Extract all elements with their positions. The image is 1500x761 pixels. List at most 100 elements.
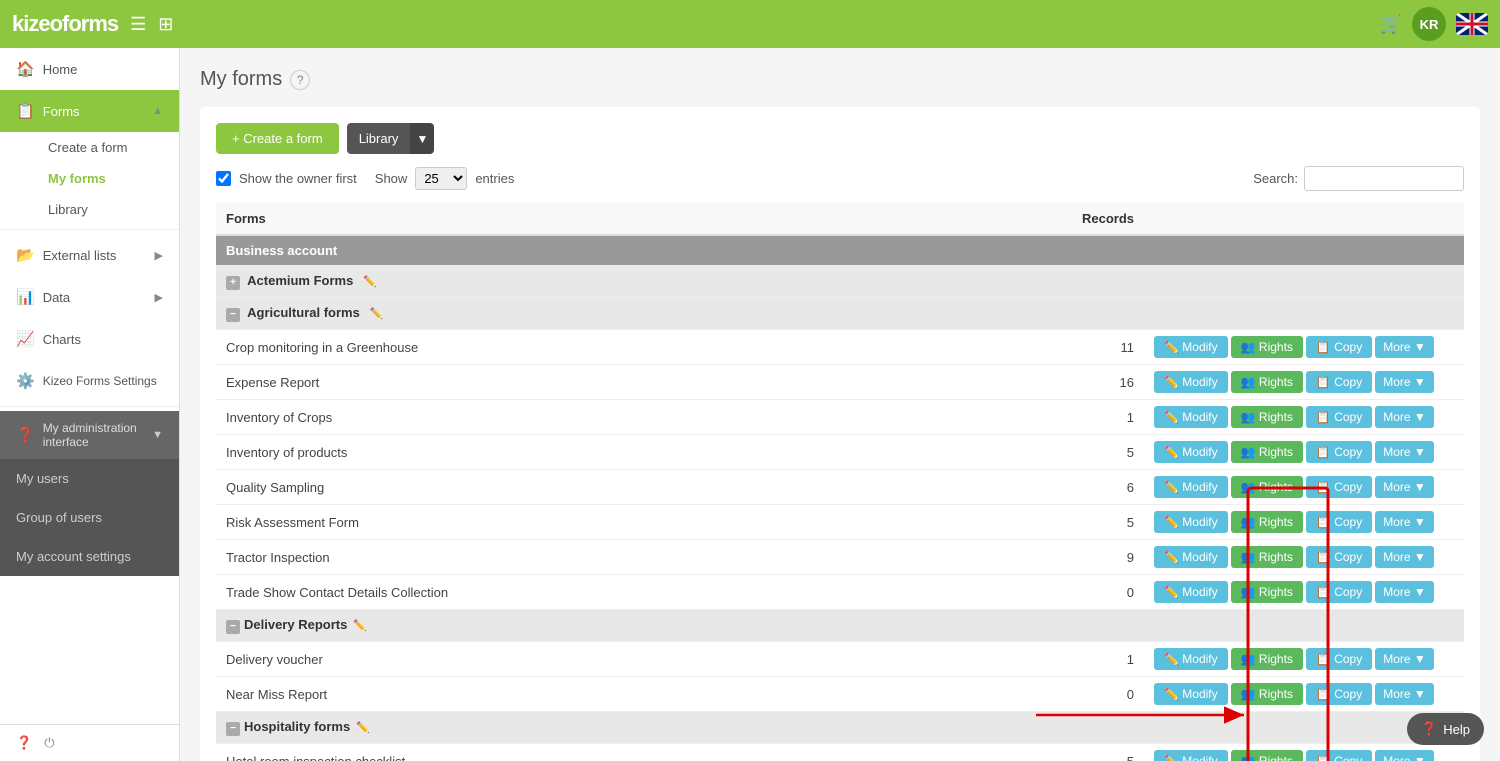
- admin-arrow-icon: ▼: [152, 429, 163, 441]
- edit-icon-agricultural[interactable]: ✏️: [369, 308, 383, 320]
- topbar-left: kizeoforms ☰ ⊞: [12, 11, 173, 37]
- library-dropdown-button[interactable]: ▼: [410, 123, 434, 154]
- rights-button[interactable]: 👥 Rights: [1231, 750, 1303, 761]
- rights-button[interactable]: 👥 Rights: [1231, 511, 1303, 533]
- modify-button[interactable]: ✏️ Modify: [1154, 371, 1228, 393]
- modify-button[interactable]: ✏️ Modify: [1154, 581, 1228, 603]
- records-cell: 11: [931, 330, 1144, 365]
- sidebar-item-library[interactable]: Library: [32, 194, 179, 225]
- table-row: Trade Show Contact Details Collection0✏️…: [216, 575, 1464, 610]
- more-button[interactable]: More ▼: [1375, 648, 1434, 670]
- charts-icon: 📈: [16, 330, 35, 348]
- logo: kizeoforms: [12, 11, 118, 37]
- expand-icon-actemium[interactable]: +: [226, 276, 240, 290]
- more-button[interactable]: More ▼: [1375, 750, 1434, 761]
- copy-button[interactable]: 📋 Copy: [1306, 441, 1372, 463]
- grid-icon[interactable]: ⊞: [158, 14, 173, 35]
- modify-button[interactable]: ✏️ Modify: [1154, 683, 1228, 705]
- entries-select[interactable]: 25 50 100: [415, 167, 467, 190]
- copy-button[interactable]: 📋 Copy: [1306, 406, 1372, 428]
- create-form-button[interactable]: + Create a form: [216, 123, 339, 154]
- sidebar-item-home[interactable]: 🏠 Home: [0, 48, 179, 90]
- library-btn-group: Library ▼: [347, 123, 435, 154]
- more-button[interactable]: More ▼: [1375, 441, 1434, 463]
- more-button[interactable]: More ▼: [1375, 406, 1434, 428]
- sidebar-item-forms[interactable]: 📋 Forms ▲: [0, 90, 179, 132]
- more-button[interactable]: More ▼: [1375, 581, 1434, 603]
- sidebar-item-group-users[interactable]: Group of users: [0, 498, 179, 537]
- rights-button[interactable]: 👥 Rights: [1231, 336, 1303, 358]
- page-help-icon[interactable]: ?: [290, 70, 310, 90]
- sidebar-item-my-users[interactable]: My users: [0, 459, 179, 498]
- sidebar-item-kizeo-settings[interactable]: ⚙️ Kizeo Forms Settings: [0, 360, 179, 402]
- more-button[interactable]: More ▼: [1375, 476, 1434, 498]
- copy-button[interactable]: 📋 Copy: [1306, 511, 1372, 533]
- help-button[interactable]: ❓ Help: [1407, 713, 1484, 745]
- copy-button[interactable]: 📋 Copy: [1306, 750, 1372, 761]
- library-button[interactable]: Library: [347, 123, 411, 154]
- table-row: Expense Report16✏️ Modify👥 Rights📋 CopyM…: [216, 365, 1464, 400]
- more-button[interactable]: More ▼: [1375, 511, 1434, 533]
- sidebar-item-external-lists[interactable]: 📂 External lists ▶: [0, 234, 179, 276]
- group-edit-icon[interactable]: ✏️: [356, 722, 370, 734]
- modify-button[interactable]: ✏️ Modify: [1154, 406, 1228, 428]
- collapse-icon[interactable]: −: [226, 722, 240, 736]
- rights-button[interactable]: 👥 Rights: [1231, 546, 1303, 568]
- modify-button[interactable]: ✏️ Modify: [1154, 750, 1228, 761]
- copy-button[interactable]: 📋 Copy: [1306, 546, 1372, 568]
- sidebar-account-label: My account settings: [16, 549, 131, 564]
- copy-button[interactable]: 📋 Copy: [1306, 581, 1372, 603]
- action-cell: ✏️ Modify👥 Rights📋 CopyMore ▼: [1144, 330, 1464, 365]
- modify-button[interactable]: ✏️ Modify: [1154, 336, 1228, 358]
- copy-button[interactable]: 📋 Copy: [1306, 683, 1372, 705]
- records-cell: 1: [931, 400, 1144, 435]
- power-icon[interactable]: ⏻: [44, 735, 54, 751]
- sidebar-item-admin[interactable]: ❓ My administration interface ▼: [0, 411, 179, 459]
- records-cell: 5: [931, 505, 1144, 540]
- collapse-icon-agricultural[interactable]: −: [226, 308, 240, 322]
- search-label: Search:: [1253, 171, 1298, 186]
- rights-button[interactable]: 👥 Rights: [1231, 406, 1303, 428]
- edit-icon-actemium[interactable]: ✏️: [363, 276, 377, 288]
- more-button[interactable]: More ▼: [1375, 336, 1434, 358]
- copy-button[interactable]: 📋 Copy: [1306, 371, 1372, 393]
- sidebar-item-create-form[interactable]: Create a form: [32, 132, 179, 163]
- copy-button[interactable]: 📋 Copy: [1306, 476, 1372, 498]
- form-name-cell: Hotel room inspection checklist: [216, 744, 931, 761]
- rights-button[interactable]: 👥 Rights: [1231, 441, 1303, 463]
- form-name-cell: Crop monitoring in a Greenhouse: [216, 330, 931, 365]
- more-button[interactable]: More ▼: [1375, 683, 1434, 705]
- rights-button[interactable]: 👥 Rights: [1231, 648, 1303, 670]
- modify-button[interactable]: ✏️ Modify: [1154, 546, 1228, 568]
- search-input[interactable]: [1304, 166, 1464, 191]
- col-actions-header: [1144, 203, 1464, 235]
- modify-button[interactable]: ✏️ Modify: [1154, 476, 1228, 498]
- modify-button[interactable]: ✏️ Modify: [1154, 441, 1228, 463]
- rights-button[interactable]: 👥 Rights: [1231, 371, 1303, 393]
- sidebar-item-data[interactable]: 📊 Data ▶: [0, 276, 179, 318]
- group-edit-icon[interactable]: ✏️: [353, 620, 367, 632]
- help-icon[interactable]: ❓: [16, 735, 32, 751]
- table-wrapper: Forms Records Business account + Actem: [216, 203, 1464, 761]
- sidebar-item-my-forms[interactable]: My forms: [32, 163, 179, 194]
- sidebar-item-account-settings[interactable]: My account settings: [0, 537, 179, 576]
- sidebar-item-charts[interactable]: 📈 Charts: [0, 318, 179, 360]
- show-owner-checkbox[interactable]: [216, 171, 231, 186]
- rights-button[interactable]: 👥 Rights: [1231, 683, 1303, 705]
- copy-button[interactable]: 📋 Copy: [1306, 648, 1372, 670]
- action-cell: ✏️ Modify👥 Rights📋 CopyMore ▼: [1144, 400, 1464, 435]
- rights-button[interactable]: 👥 Rights: [1231, 476, 1303, 498]
- avatar[interactable]: KR: [1412, 7, 1446, 41]
- forms-arrow-icon: ▲: [152, 105, 163, 117]
- modify-button[interactable]: ✏️ Modify: [1154, 648, 1228, 670]
- rights-button[interactable]: 👥 Rights: [1231, 581, 1303, 603]
- modify-button[interactable]: ✏️ Modify: [1154, 511, 1228, 533]
- form-name-cell: Near Miss Report: [216, 677, 931, 712]
- more-button[interactable]: More ▼: [1375, 546, 1434, 568]
- collapse-icon[interactable]: −: [226, 620, 240, 634]
- more-button[interactable]: More ▼: [1375, 371, 1434, 393]
- hamburger-menu-icon[interactable]: ☰: [130, 14, 146, 35]
- copy-button[interactable]: 📋 Copy: [1306, 336, 1372, 358]
- cart-icon[interactable]: 🛒: [1380, 14, 1402, 35]
- language-flag[interactable]: [1456, 13, 1488, 35]
